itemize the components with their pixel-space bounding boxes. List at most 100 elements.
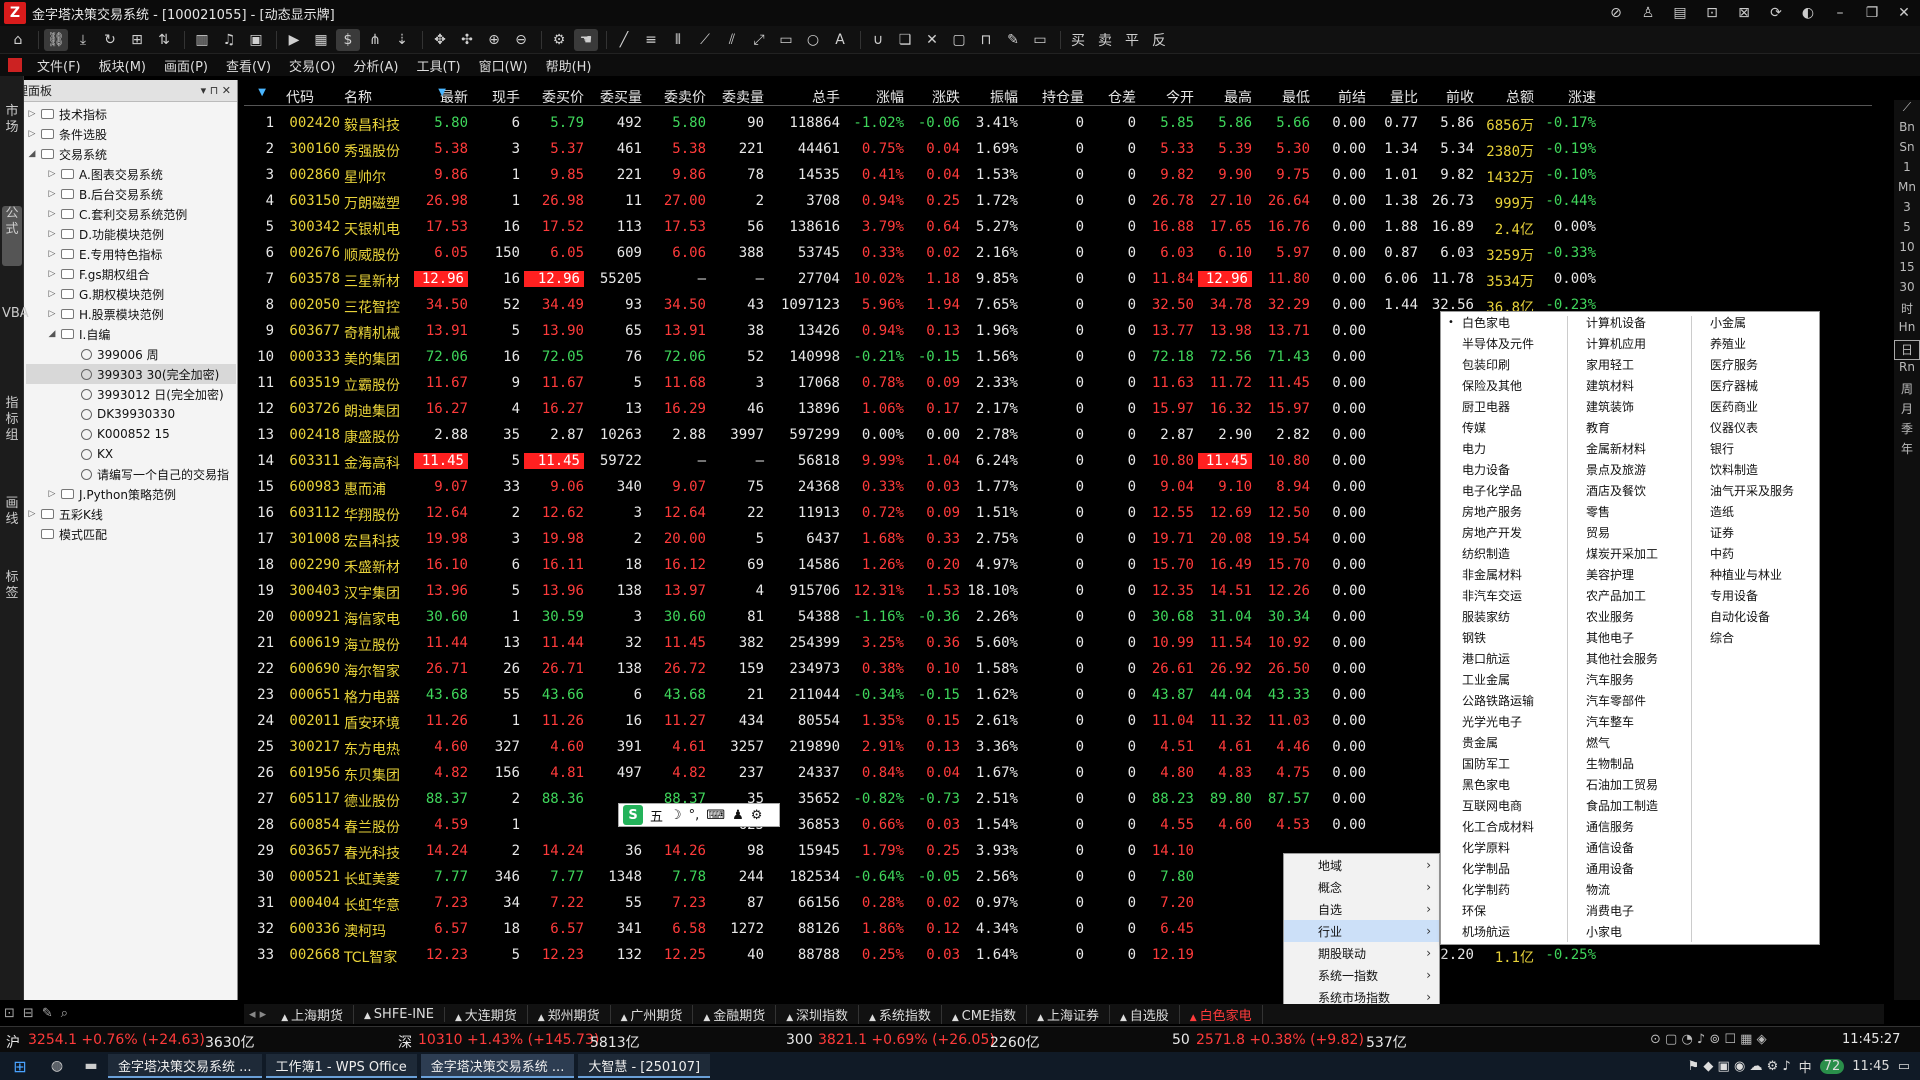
industry-item[interactable]: 景点及旅游	[1565, 459, 1689, 480]
column-header-prev-close[interactable]: 前收	[1422, 87, 1474, 107]
industry-item[interactable]: 中药	[1689, 543, 1821, 564]
industry-item[interactable]: 国防军工	[1441, 753, 1565, 774]
table-row[interactable]: 3 002860 星帅尔 9.86 1 9.85 221 9.86 78 14535 0.41% 0.…	[244, 162, 1644, 188]
search-icon[interactable]: ⌕	[61, 1006, 68, 1021]
industry-item[interactable]: 金属新材料	[1565, 438, 1689, 459]
ime-user-icon[interactable]: ♟	[732, 808, 744, 823]
trash-icon[interactable]: ▢	[947, 29, 971, 51]
table-row[interactable]: 23 000651 格力电器 43.68 55 43.66 6 43.68 21 211044 -0…	[244, 682, 1644, 708]
market-tab[interactable]: ▲ CME指数	[942, 1004, 1028, 1024]
context-menu-item[interactable]: 期股联动 ›	[1284, 942, 1439, 964]
rectangle-icon[interactable]: ▭	[774, 29, 798, 51]
period-button[interactable]: 季	[1894, 420, 1920, 440]
menu-view[interactable]: 查看(V)	[217, 56, 280, 75]
menu-file[interactable]: 文件(F)	[28, 56, 90, 75]
industry-item[interactable]: 煤炭开采加工	[1565, 543, 1689, 564]
refresh-icon[interactable]: ⟳	[1760, 5, 1792, 21]
tree-node[interactable]: 3993012 日(完全加密)	[26, 384, 236, 404]
industry-item[interactable]: 汽车整车	[1565, 711, 1689, 732]
industry-item[interactable]: 种植业与林业	[1689, 564, 1821, 585]
industry-item[interactable]: 专用设备	[1689, 585, 1821, 606]
cart-icon[interactable]: ⊡	[1696, 5, 1728, 21]
column-header-total-volume[interactable]: 总手	[768, 87, 840, 107]
sell-button[interactable]: 卖	[1093, 29, 1117, 51]
tree-node[interactable]: ◢ I.自编	[26, 324, 236, 344]
industry-item[interactable]: 互联网电商	[1441, 795, 1565, 816]
industry-item[interactable]: 其他社会服务	[1565, 648, 1689, 669]
industry-item[interactable]: 化学制品	[1441, 858, 1565, 879]
tray-badge[interactable]: 72	[1819, 1058, 1845, 1074]
industry-item[interactable]: 工业金属	[1441, 669, 1565, 690]
industry-item[interactable]: 养殖业	[1689, 333, 1821, 354]
zoom-in-icon[interactable]: ⊕	[482, 29, 506, 51]
tree-node[interactable]: 模式匹配	[26, 524, 236, 544]
dollar-icon[interactable]: $	[336, 28, 360, 51]
sync-icon[interactable]: ↻	[98, 29, 122, 51]
industry-item[interactable]: 生物制品	[1565, 753, 1689, 774]
doc-icon[interactable]: ▤	[1664, 5, 1696, 21]
rss-icon[interactable]: ⊘	[1600, 5, 1632, 21]
tree-node[interactable]: ▷ B.后台交易系统	[26, 184, 236, 204]
context-menu-item[interactable]: 自选 ›	[1284, 898, 1439, 920]
tree-expand-icon[interactable]: ▷	[46, 309, 58, 319]
column-header-speed[interactable]: 涨速	[1538, 87, 1596, 107]
industry-item[interactable]: 饮料制造	[1689, 459, 1821, 480]
market-tab[interactable]: ▲ 系统指数	[859, 1004, 942, 1024]
ray-icon[interactable]: ⤢	[747, 29, 771, 51]
magnet-icon[interactable]: ∪	[866, 29, 890, 51]
taskbar-app-dzh[interactable]: 大智慧 - [250107]	[578, 1054, 711, 1078]
column-header-prev-settle[interactable]: 前结	[1314, 87, 1366, 107]
industry-item[interactable]: 服装家纺	[1441, 606, 1565, 627]
tree-node[interactable]: 399303 30(完全加密)	[26, 364, 236, 384]
copy-icon[interactable]: ❏	[893, 29, 917, 51]
play-icon[interactable]: ▶	[282, 29, 306, 51]
industry-item[interactable]: 证券	[1689, 522, 1821, 543]
windows-start-icon[interactable]: ⊞	[0, 1057, 40, 1076]
period-button[interactable]: Sn	[1894, 140, 1920, 160]
industry-item[interactable]: 钢铁	[1441, 627, 1565, 648]
market-tab[interactable]: ▲ 深圳指数	[776, 1004, 860, 1024]
tree-node[interactable]: ▷ 五彩K线	[26, 504, 236, 524]
text-icon[interactable]: A	[828, 29, 852, 51]
market-tab[interactable]: ▲ 郑州期货	[528, 1004, 611, 1024]
trend-icon[interactable]: ⟋	[1894, 100, 1920, 120]
table-row[interactable]: 20 000921 海信家电 30.60 1 30.59 3 30.60 81 54388 -1.1…	[244, 604, 1644, 630]
panel-icon[interactable]: ⊟	[23, 1006, 34, 1021]
period-button[interactable]: 月	[1894, 400, 1920, 420]
table-row[interactable]: 1 002420 毅昌科技 5.80 6 5.79 492 5.80 90 118864 -1.02…	[244, 110, 1644, 136]
industry-item[interactable]: 非金属材料	[1441, 564, 1565, 585]
tab-indicator-group[interactable]: 指标组	[2, 396, 22, 452]
table-row[interactable]: 25 300217 东方电热 4.60 327 4.60 391 4.61 3257 219890…	[244, 734, 1644, 760]
period-button[interactable]: 周	[1894, 380, 1920, 400]
table-row[interactable]: 18 002290 禾盛新材 16.10 6 16.11 18 16.12 69 14586 1.2…	[244, 552, 1644, 578]
menu-help[interactable]: 帮助(H)	[537, 56, 601, 75]
industry-item[interactable]: 贸易	[1565, 522, 1689, 543]
tree-node[interactable]: DK39930330	[26, 404, 236, 424]
tab-formula[interactable]: 公式	[2, 206, 22, 266]
grid-icon[interactable]: ⊞	[125, 29, 149, 51]
layout-icon[interactable]: ⊡	[4, 1006, 15, 1021]
industry-item[interactable]: 贵金属	[1441, 732, 1565, 753]
industry-item[interactable]: 计算机设备	[1565, 312, 1689, 333]
link-icon[interactable]: ⛓	[44, 28, 68, 51]
period-button[interactable]: 15	[1894, 260, 1920, 280]
period-button[interactable]: Mn	[1894, 180, 1920, 200]
industry-item[interactable]: 小家电	[1565, 921, 1689, 942]
table-row[interactable]: 5 300342 天银机电 17.53 16 17.52 113 17.53 56 138616 3…	[244, 214, 1644, 240]
tree-node[interactable]: ▷ A.图表交易系统	[26, 164, 236, 184]
tree-node[interactable]: 399006 周	[26, 344, 236, 364]
column-header-turnover[interactable]: 总额	[1478, 87, 1534, 107]
market-tab[interactable]: ▲ 广州期货	[611, 1004, 694, 1024]
column-header-change[interactable]: 涨跌	[908, 87, 960, 107]
column-header-volume-ratio[interactable]: 量比	[1370, 87, 1418, 107]
column-header-ask-volume[interactable]: 委卖量	[710, 87, 764, 107]
menu-sector[interactable]: 板块(M)	[90, 56, 155, 75]
industry-item[interactable]: 化学原料	[1441, 837, 1565, 858]
period-button[interactable]: 时	[1894, 300, 1920, 320]
tab-scroll-arrows[interactable]: ◂ ▸	[244, 1007, 271, 1022]
sort-indicator-icon[interactable]: ▼	[250, 87, 266, 98]
industry-item[interactable]: 消费电子	[1565, 900, 1689, 921]
ime-moon-icon[interactable]: ☽	[670, 808, 682, 823]
industry-item[interactable]: 通信服务	[1565, 816, 1689, 837]
industry-item[interactable]: 零售	[1565, 501, 1689, 522]
